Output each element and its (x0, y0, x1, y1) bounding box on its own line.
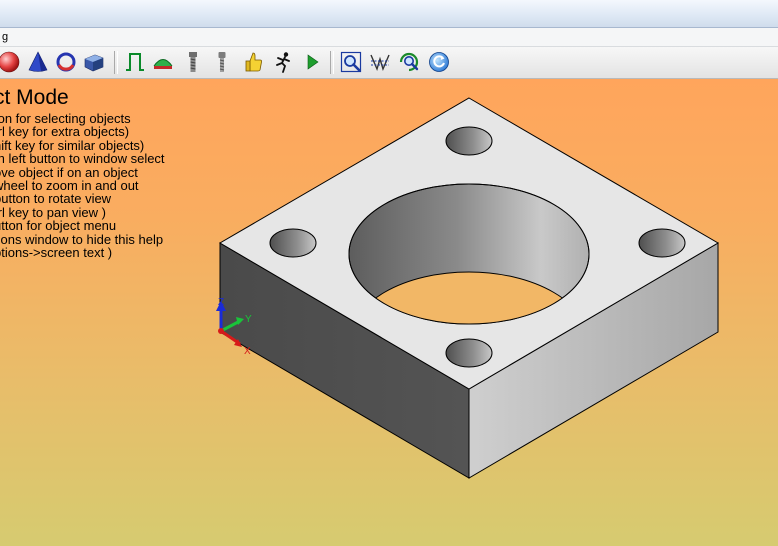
toolbar-separator (330, 51, 334, 74)
toolbar-separator (114, 51, 118, 74)
x-axis-label: X (244, 346, 251, 357)
screw-button[interactable] (210, 50, 234, 74)
toolbar (0, 47, 778, 79)
help-line: trl key for extra objects) (0, 124, 130, 140)
window-title-bar (0, 0, 778, 28)
wedge-button[interactable] (82, 50, 106, 74)
help-line: trl key to pan view ) (0, 204, 106, 220)
zoom-window-icon (340, 51, 362, 73)
mode-title: ct Mode (0, 86, 69, 109)
torus-button[interactable] (54, 50, 78, 74)
help-line: wheel to zoom in and out (0, 178, 139, 194)
help-line: ton for selecting objects (0, 111, 131, 126)
wedge-icon (84, 54, 104, 72)
z-axis-label: Z (218, 297, 224, 308)
sphere-icon (0, 51, 20, 73)
cone-icon (28, 51, 48, 72)
extrude-button[interactable] (123, 50, 147, 74)
help-overlay: ct Mode ton for selecting objects trl ke… (0, 86, 234, 261)
menu-bar: g (0, 28, 778, 47)
bolt-hole-right (638, 228, 686, 258)
bolt-hole-bottom (445, 338, 493, 368)
run-button[interactable] (271, 50, 295, 74)
help-line: th left button to window select (0, 151, 165, 167)
axis-origin (218, 328, 224, 334)
play-button[interactable] (300, 50, 324, 74)
menu-item-partial[interactable]: g (0, 28, 12, 46)
help-line: ove object if on an object (0, 164, 138, 180)
sphere-button[interactable] (0, 50, 21, 74)
y-axis-label: Y (245, 314, 252, 325)
cone-button[interactable] (26, 50, 50, 74)
bolt-hole-top (445, 126, 493, 156)
play-icon (307, 54, 319, 70)
thumbs-up-button[interactable] (242, 50, 266, 74)
help-line: hift key for similar objects) (0, 137, 145, 153)
zoom-extents-icon (370, 54, 390, 72)
revolve-button[interactable] (151, 50, 175, 74)
rotate-view-icon (429, 52, 449, 72)
zoom-dynamic-icon (399, 52, 419, 72)
help-line: utton for object menu (0, 218, 117, 234)
torus-icon (56, 52, 76, 72)
rotate-view-button[interactable] (427, 50, 451, 74)
zoom-dynamic-button[interactable] (397, 50, 421, 74)
help-line: button to rotate view (0, 191, 112, 207)
zoom-window-button[interactable] (339, 50, 363, 74)
screw-icon (218, 52, 226, 72)
bolt-icon (189, 52, 197, 72)
thumbs-up-icon (245, 52, 262, 72)
extrude-icon (126, 53, 144, 71)
help-line: tions window to hide this help (0, 231, 164, 247)
bolt-button[interactable] (181, 50, 205, 74)
running-man-icon (276, 52, 290, 73)
3d-viewport[interactable]: Z Y X ct Mode ton for selecting objects … (0, 79, 778, 546)
revolve-icon (153, 59, 173, 69)
bolt-hole-left (269, 228, 317, 258)
zoom-extents-button[interactable] (368, 50, 392, 74)
help-line: ptions->screen text ) (0, 245, 113, 261)
